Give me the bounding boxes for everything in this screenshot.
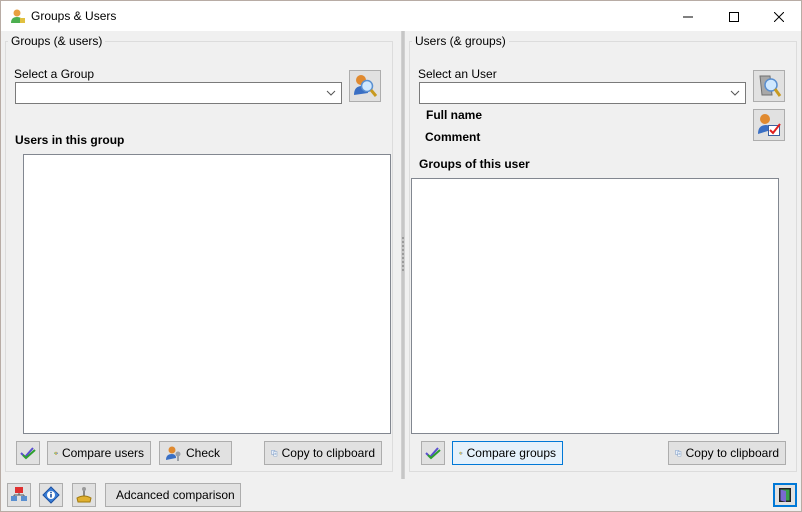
minimize-icon (683, 16, 693, 17)
double-check-icon (425, 447, 441, 460)
group-select[interactable] (15, 82, 342, 104)
title-bar: Groups & Users (0, 0, 802, 31)
minimize-button[interactable] (665, 1, 711, 32)
user-key-icon (166, 446, 181, 461)
select-user-label: Select an User (418, 67, 497, 81)
compare-groups-button[interactable]: Compare groups (452, 441, 563, 465)
full-name-label: Full name (426, 108, 483, 122)
users-panel-legend: Users (& groups) (415, 34, 506, 48)
groups-of-user-list[interactable] (411, 178, 779, 434)
panel-splitter[interactable] (398, 31, 408, 479)
balance-scale-icon (459, 451, 463, 455)
check-label: Check (186, 446, 221, 460)
copy-icon (675, 450, 682, 457)
check-button[interactable]: Check (159, 441, 232, 465)
search-group-button[interactable] (349, 70, 381, 102)
compare-users-button[interactable]: Compare users (47, 441, 151, 465)
users-in-group-label: Users in this group (15, 133, 125, 147)
close-button[interactable] (756, 1, 802, 32)
network-button[interactable] (7, 483, 31, 507)
compare-groups-label: Compare groups (466, 446, 556, 460)
network-icon (11, 487, 27, 501)
app-users-icon (11, 9, 25, 23)
joystick-settings-icon (76, 487, 92, 503)
maximize-icon (729, 11, 739, 22)
balance-scale-icon (54, 451, 58, 455)
advanced-comparison-button[interactable]: Adcanced comparison (105, 483, 241, 507)
groups-of-user-label: Groups of this user (419, 157, 530, 171)
splitter-grip (402, 237, 404, 271)
select-all-users-button[interactable] (16, 441, 40, 465)
info-button[interactable] (39, 483, 63, 507)
close-icon (774, 11, 784, 22)
copy-icon (271, 450, 278, 457)
search-user-button[interactable] (753, 70, 785, 102)
groups-panel-legend: Groups (& users) (11, 34, 103, 48)
select-all-groups-button[interactable] (421, 441, 445, 465)
double-check-icon (20, 447, 36, 460)
copy-groups-clipboard-button[interactable]: Copy to clipboard (668, 441, 786, 465)
maximize-button[interactable] (711, 1, 757, 32)
settings-button[interactable] (72, 483, 96, 507)
user-search-icon (354, 75, 378, 97)
users-in-group-list[interactable] (23, 154, 391, 434)
chevron-down-icon (326, 90, 336, 96)
advanced-comparison-label: Adcanced comparison (116, 488, 235, 502)
comment-label: Comment (425, 130, 481, 144)
exit-door-icon (779, 488, 791, 502)
copy-users-label: Copy to clipboard (281, 446, 375, 460)
user-select[interactable] (419, 82, 746, 104)
copy-users-clipboard-button[interactable]: Copy to clipboard (264, 441, 382, 465)
window-title: Groups & Users (31, 9, 117, 23)
user-check-button[interactable] (753, 109, 785, 141)
chevron-down-icon (730, 90, 740, 96)
compare-users-label: Compare users (61, 446, 144, 460)
select-group-label: Select a Group (14, 67, 95, 81)
exit-button[interactable] (773, 483, 797, 507)
copy-groups-label: Copy to clipboard (685, 446, 779, 460)
computer-search-icon (759, 75, 782, 97)
info-icon (42, 486, 60, 504)
user-check-icon (758, 114, 781, 136)
